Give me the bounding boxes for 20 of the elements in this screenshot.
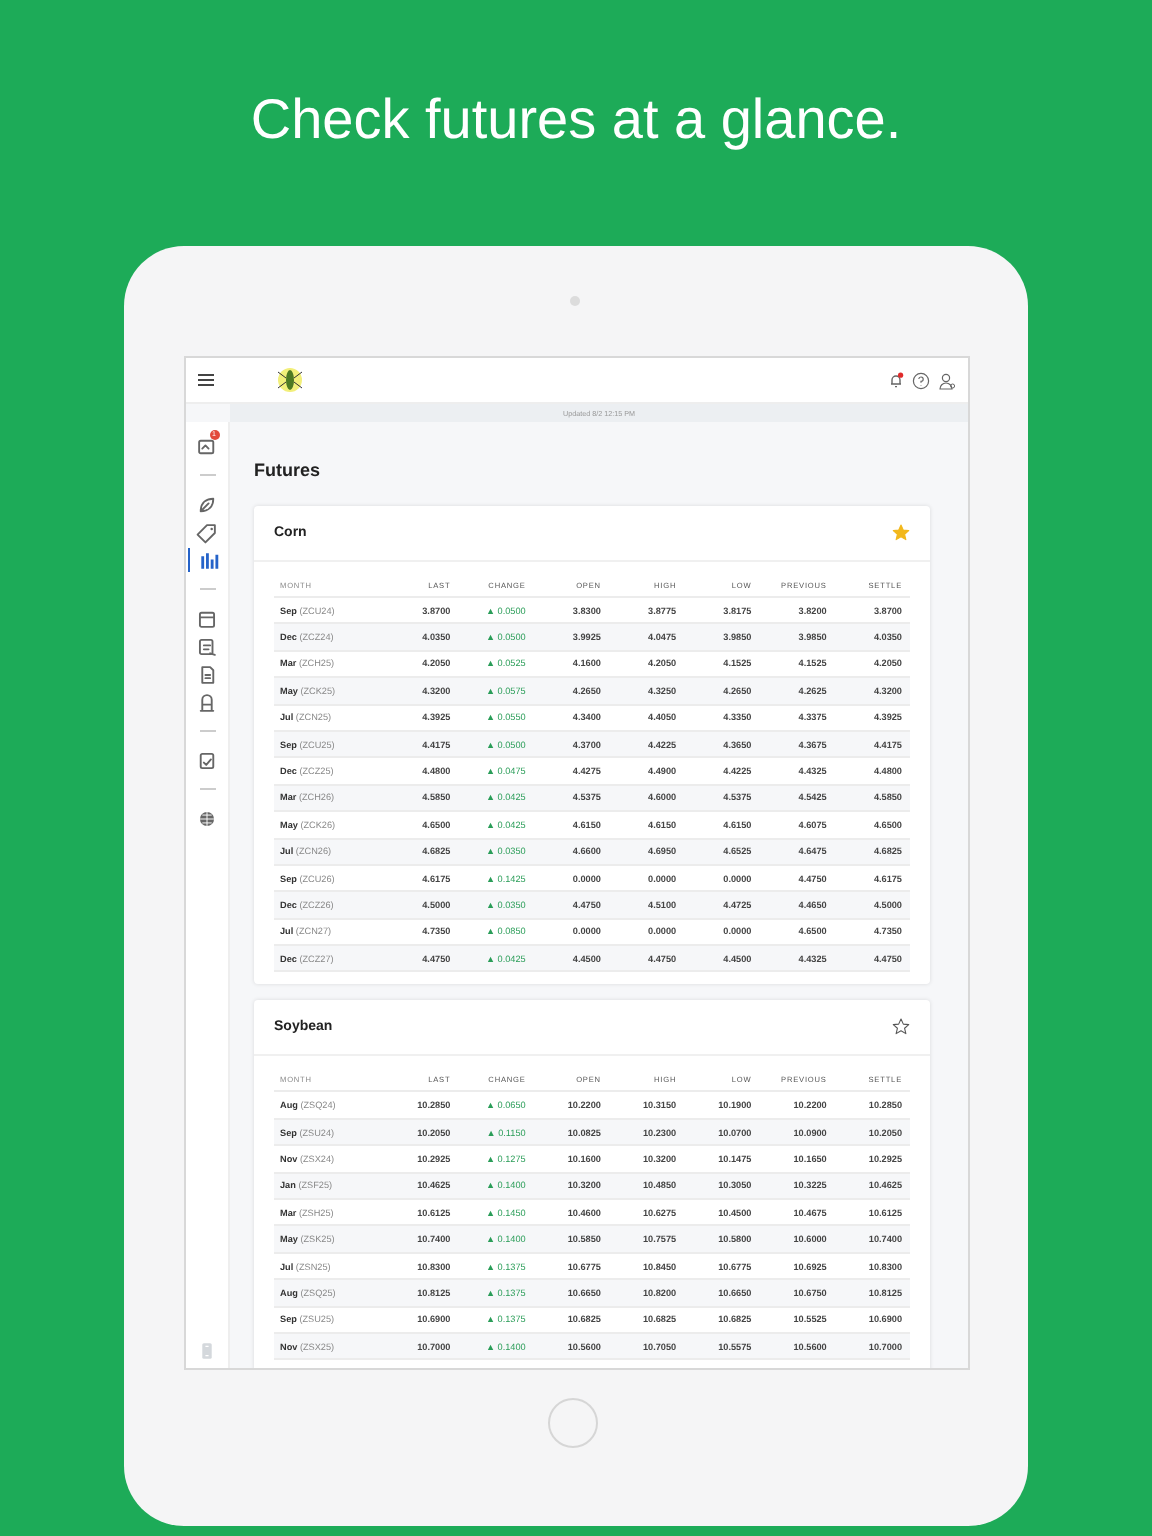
silo-icon — [196, 691, 218, 713]
chart-icon — [197, 549, 219, 571]
document-icon — [196, 635, 218, 657]
logo-icon — [274, 366, 306, 394]
user-icon[interactable] — [938, 371, 956, 389]
phone-icon — [196, 1339, 218, 1361]
tag-icon — [196, 521, 218, 543]
headline: Check futures at a glance. — [248, 86, 904, 154]
bell-icon[interactable] — [888, 372, 904, 388]
page-title: Futures — [254, 458, 323, 482]
globe-icon — [196, 807, 218, 829]
help-icon[interactable] — [912, 371, 930, 389]
star-icon[interactable] — [892, 524, 910, 542]
camera-dot — [570, 296, 580, 306]
calendar-icon — [196, 607, 218, 629]
checklist-icon — [196, 749, 218, 771]
leaf-icon — [196, 493, 218, 515]
star-icon[interactable] — [892, 1018, 910, 1037]
document-icon — [196, 663, 218, 685]
menu-icon[interactable] — [198, 374, 214, 386]
